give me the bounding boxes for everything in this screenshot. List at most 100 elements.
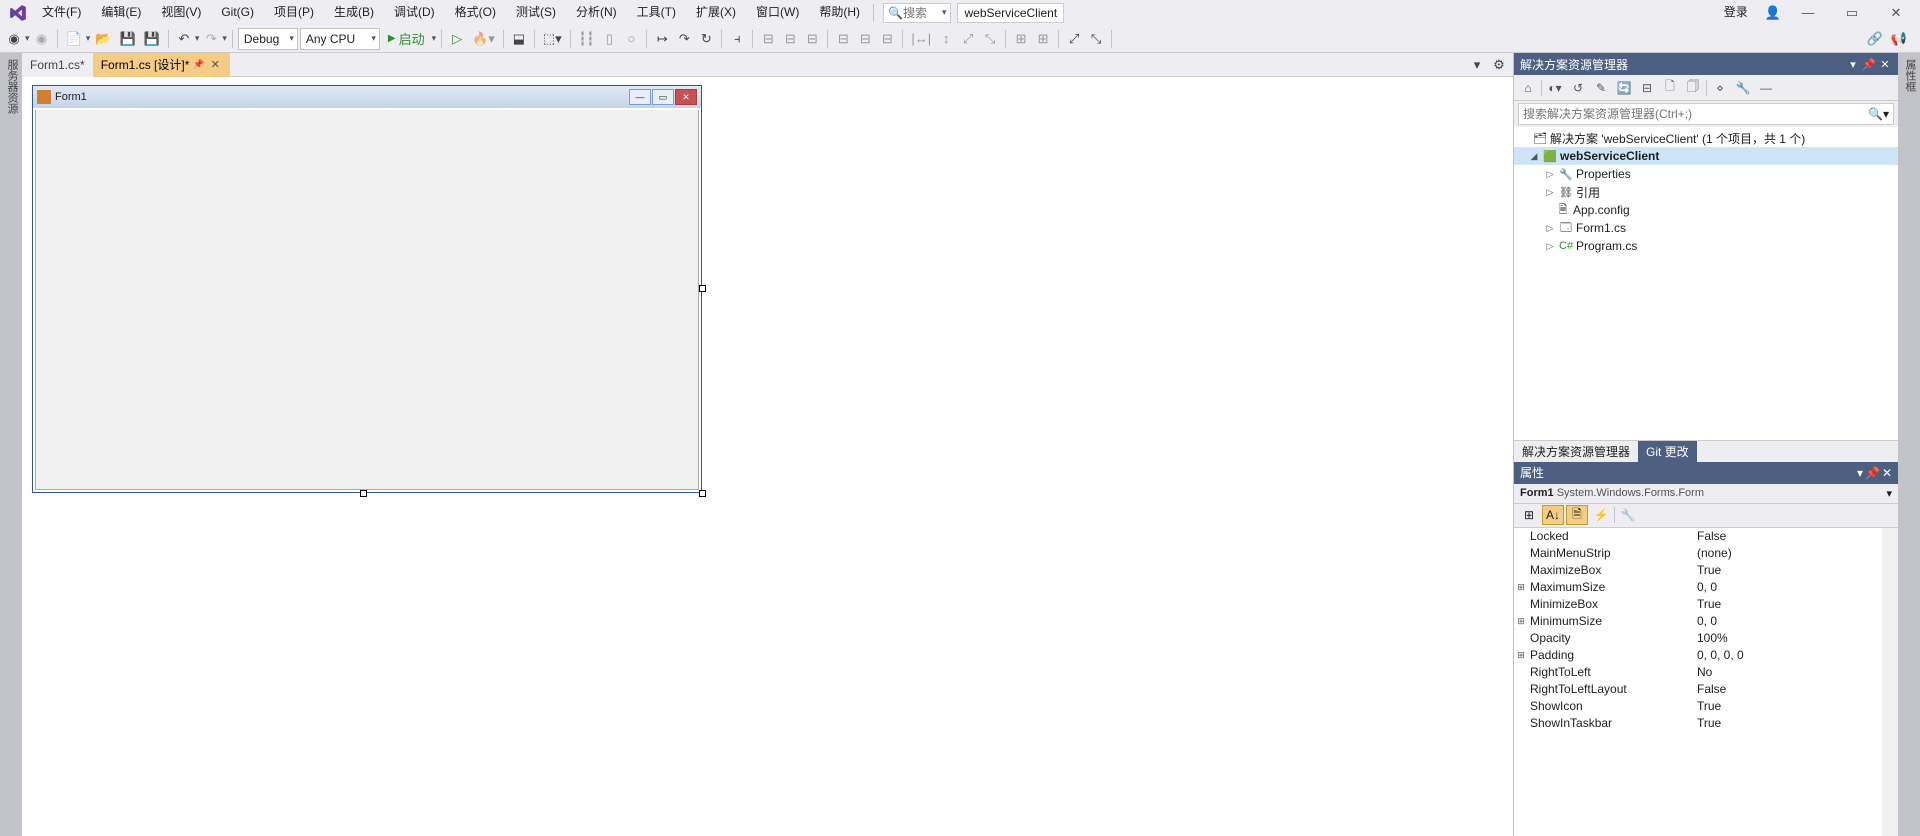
space-h-icon[interactable]: |↔|: [908, 28, 934, 50]
tab-gear-icon[interactable]: ⚙: [1489, 54, 1509, 76]
tab-menu-icon[interactable]: ▾: [1467, 54, 1487, 76]
showall-icon[interactable]: 🗋: [1660, 78, 1680, 98]
start-debug-button[interactable]: 启动: [382, 28, 431, 50]
align-left-icon[interactable]: ⊟: [758, 28, 778, 50]
property-value[interactable]: 0, 0: [1693, 580, 1882, 594]
alphabetical-icon[interactable]: A↓: [1542, 505, 1564, 525]
expander-icon[interactable]: ⊞: [1514, 650, 1528, 661]
nav-back2-icon[interactable]: ◐▾: [1545, 78, 1565, 98]
events-icon[interactable]: ⚡: [1590, 505, 1612, 525]
property-row[interactable]: MainMenuStrip (none): [1514, 545, 1882, 562]
nav-back-icon[interactable]: ◉: [4, 28, 24, 50]
copy-icon[interactable]: 🗍: [1683, 78, 1703, 98]
property-row[interactable]: Locked False: [1514, 528, 1882, 545]
property-value[interactable]: True: [1693, 563, 1882, 577]
step-icon-1[interactable]: ↦: [652, 28, 672, 50]
menu-tools[interactable]: 工具(T): [627, 0, 686, 25]
tab-form1-code[interactable]: Form1.cs*: [22, 53, 93, 77]
tree-form1[interactable]: ▷ 🗔 Form1.cs: [1514, 219, 1898, 237]
property-row[interactable]: ShowInTaskbar True: [1514, 715, 1882, 732]
menu-analyze[interactable]: 分析(N): [566, 0, 627, 25]
tb-icon-2[interactable]: ⬚▾: [540, 28, 565, 50]
tb-icon-1[interactable]: ⬓: [509, 28, 529, 50]
solution-label[interactable]: webServiceClient: [957, 3, 1064, 23]
align-right-icon[interactable]: ⊟: [802, 28, 822, 50]
property-row[interactable]: ⊞ Padding 0, 0, 0, 0: [1514, 647, 1882, 664]
platform-combo[interactable]: Any CPU: [300, 28, 380, 50]
align-icon-1[interactable]: ▯: [599, 28, 619, 50]
tree-references[interactable]: ▷ ⛓ 引用: [1514, 183, 1898, 201]
properties-icon[interactable]: 🗎: [1566, 505, 1588, 525]
property-row[interactable]: ShowIcon True: [1514, 698, 1882, 715]
property-value[interactable]: (none): [1693, 546, 1882, 560]
tree-project[interactable]: ◢ 🟩 webServiceClient: [1514, 147, 1898, 165]
property-row[interactable]: ⊞ MinimumSize 0, 0: [1514, 613, 1882, 630]
share-icon[interactable]: 🔗: [1864, 28, 1886, 50]
btab-explorer[interactable]: 解决方案资源管理器: [1514, 441, 1638, 462]
menu-edit[interactable]: 编辑(E): [91, 0, 151, 25]
step-icon-2[interactable]: ↷: [674, 28, 694, 50]
expander-icon[interactable]: ⊞: [1514, 616, 1528, 627]
property-value[interactable]: 0, 0, 0, 0: [1693, 648, 1882, 662]
step-icon-3[interactable]: ↻: [696, 28, 716, 50]
undo-icon[interactable]: ↶: [174, 28, 194, 50]
menu-file[interactable]: 文件(F): [32, 0, 91, 25]
expander-icon[interactable]: ▷: [1544, 241, 1556, 252]
align-icon-2[interactable]: ○: [621, 28, 641, 50]
menu-format[interactable]: 格式(O): [445, 0, 506, 25]
zoom-icon-2[interactable]: ⤡: [1086, 28, 1106, 50]
property-value[interactable]: False: [1693, 529, 1882, 543]
menu-test[interactable]: 测试(S): [506, 0, 566, 25]
user-icon[interactable]: 👤: [1762, 2, 1784, 24]
resize-handle-s[interactable]: [360, 490, 367, 497]
panel-pin-icon[interactable]: 📌: [1865, 466, 1880, 480]
align-top-icon[interactable]: ⊟: [833, 28, 853, 50]
btab-git[interactable]: Git 更改: [1638, 441, 1697, 462]
tab-form1-design[interactable]: Form1.cs [设计]* 📌 ✕: [93, 53, 230, 77]
property-row[interactable]: Opacity 100%: [1514, 630, 1882, 647]
close-tab-icon[interactable]: ✕: [209, 58, 222, 71]
property-value[interactable]: False: [1693, 682, 1882, 696]
login-link[interactable]: 登录: [1714, 0, 1758, 25]
wrench-icon[interactable]: 🔧: [1733, 78, 1753, 98]
properties-selected-object[interactable]: Form1 System.Windows.Forms.Form ▾: [1514, 484, 1898, 504]
expander-icon[interactable]: ▷: [1544, 187, 1556, 198]
form-selection[interactable]: Form1 — ▭ ✕: [32, 85, 702, 493]
explorer-search-input[interactable]: [1523, 107, 1868, 121]
menu-view[interactable]: 视图(V): [151, 0, 211, 25]
resize-handle-se[interactable]: [699, 490, 706, 497]
form-designer-surface[interactable]: Form1 — ▭ ✕: [22, 77, 1513, 836]
attach-icon[interactable]: 🔥▾: [469, 28, 498, 50]
expander-icon[interactable]: ⊞: [1514, 582, 1528, 593]
categorized-icon[interactable]: ⊞: [1518, 505, 1540, 525]
pen-icon[interactable]: ✎: [1591, 78, 1611, 98]
property-value[interactable]: True: [1693, 699, 1882, 713]
panel-close-icon[interactable]: ✕: [1882, 466, 1892, 480]
tree-properties[interactable]: ▷ 🔧 Properties: [1514, 165, 1898, 183]
menu-build[interactable]: 生成(B): [324, 0, 384, 25]
global-search-input[interactable]: [903, 6, 943, 20]
solution-tree[interactable]: 🗂 解决方案 'webServiceClient' (1 个项目，共 1 个) …: [1514, 127, 1898, 440]
refresh-icon[interactable]: 🔄: [1614, 78, 1634, 98]
open-icon[interactable]: 📂: [92, 28, 114, 50]
form-client-area[interactable]: [35, 110, 699, 490]
panel-dropdown-icon[interactable]: ▾: [1857, 466, 1863, 480]
new-item-icon[interactable]: 📄: [63, 28, 85, 50]
expander-icon[interactable]: ▷: [1544, 169, 1556, 180]
global-search[interactable]: 🔍 ▾: [883, 3, 951, 23]
menu-help[interactable]: 帮助(H): [809, 0, 870, 25]
property-value[interactable]: True: [1693, 597, 1882, 611]
pin-icon[interactable]: 📌: [193, 59, 204, 70]
property-value[interactable]: True: [1693, 716, 1882, 730]
feedback-icon[interactable]: 📢: [1888, 28, 1910, 50]
config-combo[interactable]: Debug: [238, 28, 298, 50]
expander-icon[interactable]: ▷: [1544, 223, 1556, 234]
expander-icon[interactable]: ◢: [1528, 151, 1540, 162]
align-center-icon[interactable]: ⊟: [780, 28, 800, 50]
align-bot-icon[interactable]: ⊟: [877, 28, 897, 50]
maximize-button[interactable]: ▭: [1832, 0, 1872, 25]
properties-grid[interactable]: Locked False MainMenuStrip (none) Maximi…: [1514, 528, 1882, 836]
menu-extensions[interactable]: 扩展(X): [686, 0, 746, 25]
redo-icon[interactable]: ↷: [201, 28, 221, 50]
property-value[interactable]: 100%: [1693, 631, 1882, 645]
